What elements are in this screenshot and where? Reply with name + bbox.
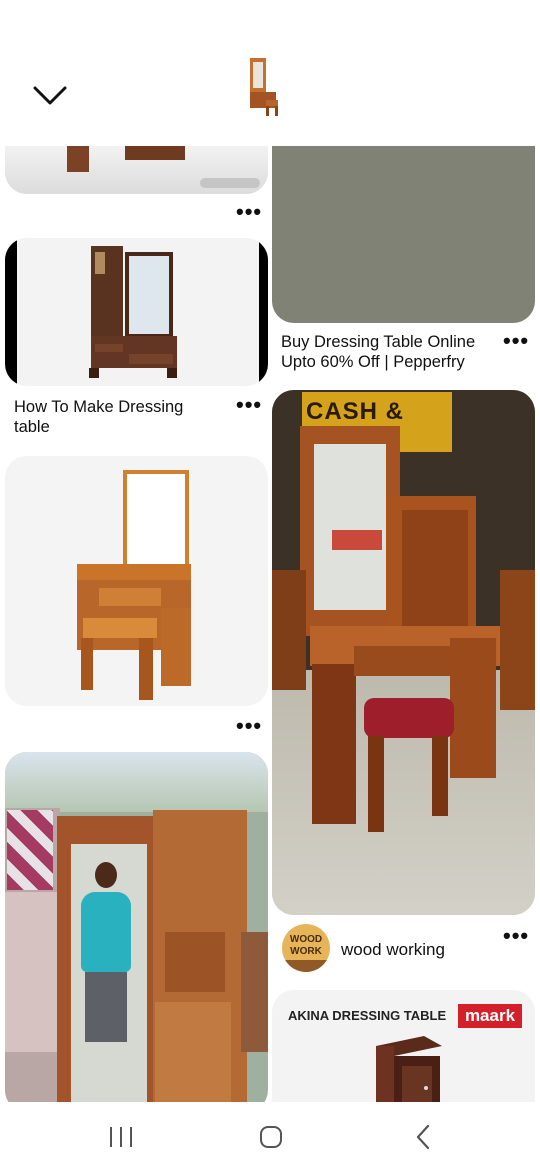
home-icon[interactable] (259, 1125, 283, 1149)
pin-7-image[interactable]: AKINA DRESSING TABLE maark (272, 990, 535, 1120)
pin-3-image[interactable] (5, 238, 268, 386)
pin-6-image[interactable]: CASH & CREDIT (272, 390, 535, 915)
header (0, 0, 540, 146)
ad-title: AKINA DRESSING TABLE (288, 1008, 447, 1023)
pin-4-more-icon[interactable]: ••• (236, 715, 262, 737)
recent-apps-icon[interactable] (108, 1126, 134, 1148)
pin-6-more-icon[interactable]: ••• (503, 925, 529, 947)
ad-brand-text: maark (464, 1006, 516, 1025)
pin-2-more-icon[interactable]: ••• (503, 330, 529, 352)
chevron-down-icon[interactable] (30, 82, 70, 110)
board-avatar[interactable]: WOOD WORK (282, 924, 330, 972)
board-avatar-text: WOOD WORK (289, 934, 323, 957)
pin-4-image[interactable] (5, 456, 268, 706)
dressing-table-thumbnail[interactable] (246, 54, 284, 120)
pin-2-image[interactable] (272, 118, 535, 323)
pin-5-image[interactable] (5, 752, 268, 1112)
ad-brand-logo: maark (458, 1004, 522, 1028)
back-icon[interactable] (414, 1124, 432, 1150)
pin-3-more-icon[interactable]: ••• (236, 394, 262, 416)
board-name[interactable]: wood working (341, 940, 445, 960)
pin-3-title[interactable]: How To Make Dressing table (14, 397, 219, 437)
pin-2-title[interactable]: Buy Dressing Table Online Upto 60% Off |… (281, 332, 496, 372)
system-nav-bar (0, 1102, 540, 1170)
pin-1-more-icon[interactable]: ••• (236, 201, 262, 223)
